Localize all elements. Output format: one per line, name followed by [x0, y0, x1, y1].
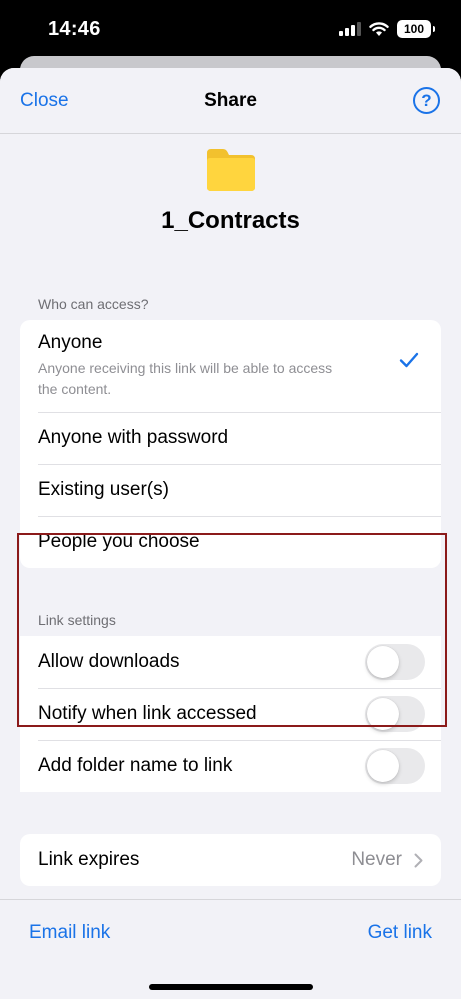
toggle-knob: [367, 750, 399, 782]
checkmark-icon: [399, 352, 419, 368]
cellular-signal-icon: [339, 22, 361, 36]
link-expires-value: Never: [351, 849, 402, 870]
link-settings-highlight: [17, 533, 447, 727]
link-expires-label: Link expires: [38, 849, 140, 870]
folder-name: 1_Contracts: [161, 207, 300, 234]
battery-level: 100: [403, 22, 425, 36]
toggle-row-add-folder-name: Add folder name to link: [20, 740, 441, 792]
access-option-anyone-with-password[interactable]: Anyone with password: [20, 412, 441, 464]
nav-bar: Close Share ?: [0, 68, 461, 134]
access-option-description: Anyone receiving this link will be able …: [38, 360, 333, 397]
link-expires-value-group: Never: [351, 849, 423, 871]
add-folder-name-toggle[interactable]: [365, 748, 425, 784]
get-link-button[interactable]: Get link: [368, 922, 432, 944]
toggle-label: Add folder name to link: [38, 755, 233, 776]
status-time: 14:46: [48, 18, 101, 40]
wifi-icon: [369, 21, 389, 36]
home-indicator: [149, 984, 313, 990]
bottom-action-bar: Email link Get link: [0, 899, 461, 999]
page-title: Share: [204, 90, 257, 111]
link-expires-row[interactable]: Link expires Never: [20, 834, 441, 886]
status-bar: 14:46 100: [0, 0, 461, 58]
access-section-header: Who can access?: [38, 296, 149, 312]
access-option-label: Existing user(s): [38, 479, 169, 500]
access-options-card: Anyone Anyone receiving this link will b…: [20, 320, 441, 568]
access-option-anyone[interactable]: Anyone Anyone receiving this link will b…: [20, 320, 441, 412]
status-icons: 100: [339, 20, 435, 38]
battery-icon: 100: [397, 20, 435, 38]
help-icon[interactable]: ?: [413, 87, 440, 114]
folder-icon: [207, 149, 255, 191]
chevron-right-icon: [414, 853, 423, 867]
link-expires-card: Link expires Never: [20, 834, 441, 886]
email-link-button[interactable]: Email link: [29, 922, 110, 944]
access-option-label: Anyone with password: [38, 427, 229, 448]
access-option-existing-users[interactable]: Existing user(s): [20, 464, 441, 516]
access-option-label: Anyone: [38, 332, 103, 353]
